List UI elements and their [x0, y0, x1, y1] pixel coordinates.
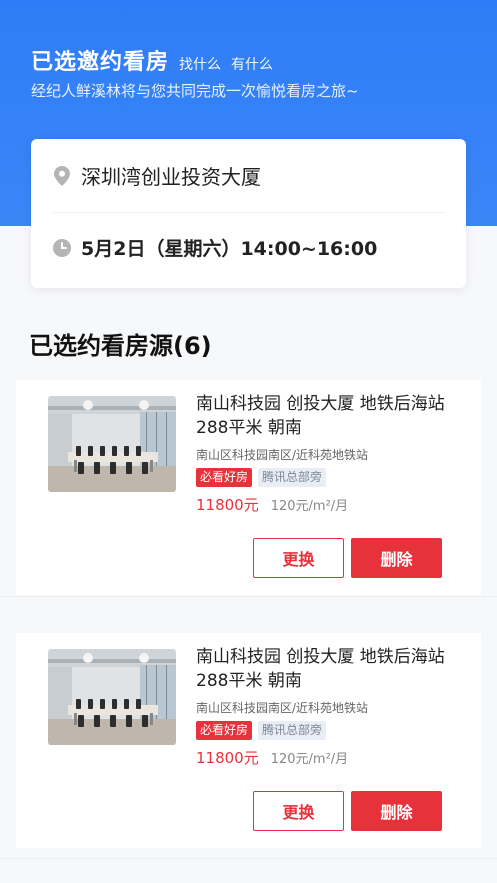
replace-button[interactable]: 更换 — [253, 538, 344, 578]
delete-button[interactable]: 删除 — [351, 538, 442, 578]
page-title: 已选邀约看房 — [31, 50, 170, 75]
find-link[interactable]: 找什么 — [179, 54, 221, 74]
header-title-row: 已选邀约看房 找什么 有什么 — [31, 44, 273, 76]
listing-tags: 必看好房 腾讯总部旁 — [196, 468, 332, 487]
have-link[interactable]: 有什么 — [231, 54, 273, 74]
tag-hot: 必看好房 — [196, 468, 253, 487]
tag-near: 腾讯总部旁 — [258, 468, 327, 487]
listing-card[interactable]: 南山科技园 创投大厦 地铁后海站288平米 朝南 南山区科技园南区/近科苑地铁站… — [16, 633, 481, 848]
price-unit: 120元/m²/月 — [270, 752, 349, 767]
tag-hot: 必看好房 — [196, 721, 253, 740]
listing-title: 南山科技园 创投大厦 地铁后海站288平米 朝南 — [196, 647, 445, 691]
tag-near: 腾讯总部旁 — [258, 721, 327, 740]
listing-price: 11800元 120元/m²/月 — [196, 494, 348, 515]
listing-address: 南山区科技园南区/近科苑地铁站 — [196, 701, 369, 715]
divider — [0, 858, 497, 859]
price-total: 11800元 — [196, 496, 259, 514]
divider — [0, 596, 497, 597]
listing-address: 南山区科技园南区/近科苑地铁站 — [196, 448, 369, 462]
header-subtitle: 经纪人鲜溪林将与您共同完成一次愉悦看房之旅~ — [31, 82, 359, 100]
listing-photo[interactable] — [48, 649, 176, 745]
appointment-address: 深圳湾创业投资大厦 — [81, 165, 261, 189]
price-total: 11800元 — [196, 749, 259, 767]
appointment-time: 5月2日（星期六）14:00~16:00 — [81, 238, 378, 260]
listing-card[interactable]: 南山科技园 创投大厦 地铁后海站288平米 朝南 南山区科技园南区/近科苑地铁站… — [16, 380, 481, 595]
clock-icon — [53, 238, 71, 257]
listing-photo[interactable] — [48, 396, 176, 492]
appointment-card: 深圳湾创业投资大厦 5月2日（星期六）14:00~16:00 — [31, 139, 466, 288]
appointment-time-row[interactable]: 5月2日（星期六）14:00~16:00 — [53, 234, 377, 261]
appointment-address-row[interactable]: 深圳湾创业投资大厦 — [53, 161, 261, 190]
listing-title: 南山科技园 创投大厦 地铁后海站288平米 朝南 — [196, 394, 445, 438]
price-unit: 120元/m²/月 — [270, 499, 349, 514]
replace-button[interactable]: 更换 — [253, 791, 344, 831]
divider — [53, 212, 444, 213]
listing-tags: 必看好房 腾讯总部旁 — [196, 721, 332, 740]
section-title: 已选约看房源(6) — [29, 332, 212, 360]
listing-price: 11800元 120元/m²/月 — [196, 747, 348, 768]
location-pin-icon — [53, 165, 71, 186]
delete-button[interactable]: 删除 — [351, 791, 442, 831]
